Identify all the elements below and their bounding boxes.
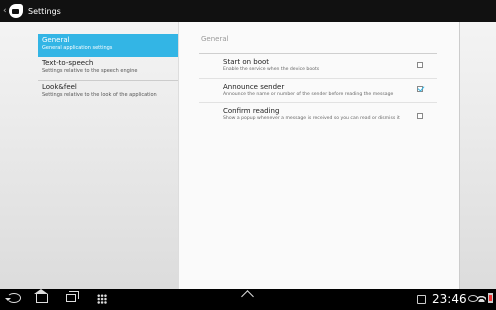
headers-list: General General application settings Tex… xyxy=(38,34,178,104)
pref-summary: Show a popup whenever a message is recei… xyxy=(223,116,400,121)
pref-announce-sender[interactable]: Announce sender Announce the name or num… xyxy=(223,83,439,98)
home-icon[interactable] xyxy=(34,289,48,303)
divider xyxy=(199,53,437,54)
pref-title: Start on boot xyxy=(223,58,270,66)
start-on-boot-checkbox[interactable] xyxy=(417,62,423,68)
header-item-text-to-speech[interactable]: Text-to-speech Settings relative to the … xyxy=(38,57,178,80)
pref-summary: Announce the name or number of the sende… xyxy=(223,92,394,97)
header-title: Look&feel xyxy=(42,83,77,91)
header-title: Text-to-speech xyxy=(42,59,94,67)
header-summary: General application settings xyxy=(42,45,113,51)
header-summary: Settings relative to the speech engine xyxy=(42,68,138,74)
usb-icon xyxy=(417,295,426,304)
announce-sender-checkbox[interactable] xyxy=(417,86,423,92)
up-arrow-icon[interactable] xyxy=(241,290,254,303)
battery-icon xyxy=(488,293,493,303)
action-bar: ‹ Settings xyxy=(0,0,496,22)
system-nav-bar: 23:46 xyxy=(0,289,496,310)
pref-start-on-boot[interactable]: Start on boot Enable the service when th… xyxy=(223,58,439,73)
back-icon[interactable] xyxy=(5,293,21,303)
wifi-icon xyxy=(477,293,486,302)
confirm-reading-checkbox[interactable] xyxy=(417,113,423,119)
divider xyxy=(199,78,437,79)
clock: 23:46 xyxy=(432,292,467,306)
page-title: Settings xyxy=(28,6,61,16)
recent-apps-icon[interactable] xyxy=(66,291,79,302)
pref-title: Confirm reading xyxy=(223,107,280,115)
divider xyxy=(199,102,437,103)
app-home-button[interactable]: ‹ Settings xyxy=(0,0,61,22)
preferences-pane: General Start on boot Enable the service… xyxy=(178,22,460,289)
apps-grid-icon[interactable] xyxy=(97,294,107,304)
pref-summary: Enable the service when the device boots xyxy=(223,67,320,72)
app-logo-icon xyxy=(9,4,23,18)
header-summary: Settings relative to the look of the app… xyxy=(42,92,157,98)
category-title: General xyxy=(201,35,229,43)
pref-confirm-reading[interactable]: Confirm reading Show a popup whenever a … xyxy=(223,107,439,122)
header-item-look-and-feel[interactable]: Look&feel Settings relative to the look … xyxy=(38,81,178,104)
header-item-general[interactable]: General General application settings xyxy=(38,34,178,57)
header-title: General xyxy=(42,36,70,44)
pref-title: Announce sender xyxy=(223,83,285,91)
